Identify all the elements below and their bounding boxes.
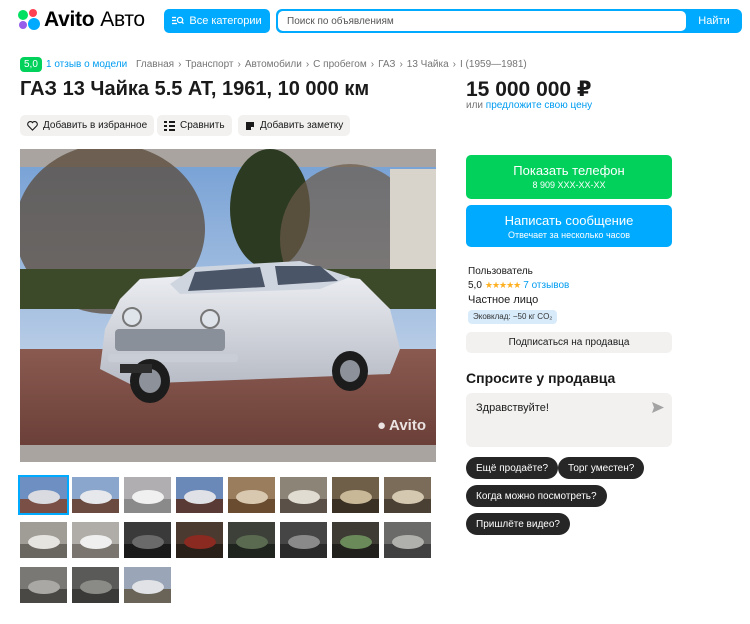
search-button[interactable]: Найти <box>686 9 742 33</box>
breadcrumb-item[interactable]: Транспорт <box>185 59 233 70</box>
breadcrumb-item[interactable]: Автомобили <box>245 59 302 70</box>
all-categories-label: Все категории <box>189 15 262 27</box>
message-input[interactable]: Здравствуйте! <box>466 393 672 447</box>
seller-rating-value: 5,0 <box>468 280 482 291</box>
avito-watermark: ● Avito <box>377 417 426 434</box>
breadcrumb-item[interactable]: Главная <box>136 59 174 70</box>
quick-question-chip[interactable]: Пришлёте видео? <box>466 513 570 535</box>
rating-stars-icon: ★★★★★ <box>484 280 521 290</box>
photo-thumbnail[interactable] <box>124 522 171 558</box>
write-message-label: Написать сообщение <box>504 213 634 228</box>
photo-thumbnail[interactable] <box>72 567 119 603</box>
quick-question-chip[interactable]: Когда можно посмотреть? <box>466 485 607 507</box>
search-input[interactable] <box>278 11 686 31</box>
breadcrumb-separator: › <box>399 59 403 70</box>
breadcrumb-item[interactable]: ГАЗ <box>378 59 395 70</box>
add-to-favorites-button[interactable]: Добавить в избранное <box>20 115 155 136</box>
photo-thumbnail[interactable] <box>228 522 275 558</box>
ask-seller-title: Спросите у продавца <box>466 370 616 386</box>
search-bar: Найти <box>276 9 742 33</box>
note-label: Добавить заметку <box>260 120 344 131</box>
breadcrumb-separator: › <box>178 59 182 70</box>
seller-type: Частное лицо <box>468 294 539 306</box>
photo-thumbnail[interactable] <box>20 522 67 558</box>
car-photo-image <box>20 149 436 462</box>
photo-thumbnail[interactable] <box>332 477 379 513</box>
main-photo[interactable]: ● Avito <box>20 149 436 462</box>
model-rating-badge: 5,0 <box>20 57 42 72</box>
compare-icon <box>164 120 175 131</box>
photo-thumbnail[interactable] <box>20 567 67 603</box>
breadcrumb-item[interactable]: I (1959—1981) <box>460 59 527 70</box>
listing-title: ГАЗ 13 Чайка 5.5 AT, 1961, 10 000 км <box>20 78 370 100</box>
photo-thumbnail[interactable] <box>72 522 119 558</box>
photo-thumbnail[interactable] <box>332 522 379 558</box>
seller-reviews-link[interactable]: 7 отзывов <box>523 280 569 291</box>
subscribe-seller-button[interactable]: Подписаться на продавца <box>466 332 672 353</box>
send-icon[interactable] <box>652 402 664 413</box>
photo-thumbnail[interactable] <box>176 477 223 513</box>
breadcrumb-separator: › <box>452 59 456 70</box>
photo-thumbnail[interactable] <box>280 477 327 513</box>
breadcrumb-separator: › <box>237 59 241 70</box>
all-categories-button[interactable]: Все категории <box>164 9 270 33</box>
watermark-text: Avito <box>389 417 426 434</box>
reply-time: Отвечает за несколько часов <box>507 230 631 240</box>
seller-rating: 5,0 ★★★★★ 7 отзывов <box>468 280 569 291</box>
photo-thumbnail[interactable] <box>280 522 327 558</box>
breadcrumb-item[interactable]: С пробегом <box>313 59 367 70</box>
message-text: Здравствуйте! <box>476 402 549 414</box>
header: AvitoАвто Все категории Найти <box>0 0 750 42</box>
favorite-label: Добавить в избранное <box>43 120 148 131</box>
photo-thumbnail[interactable] <box>124 567 171 603</box>
show-phone-label: Показать телефон <box>513 163 625 178</box>
quick-question-chip[interactable]: Торг уместен? <box>558 457 645 479</box>
show-phone-button[interactable]: Показать телефон 8 909 XXX-XX-XX <box>466 155 672 199</box>
photo-thumbnail[interactable] <box>384 522 431 558</box>
heart-icon <box>27 120 38 131</box>
note-icon <box>246 121 254 130</box>
model-reviews-link[interactable]: 1 отзыв о модели <box>46 59 127 70</box>
logo-text: Avito Авто <box>44 8 145 31</box>
breadcrumb-separator: › <box>370 59 375 70</box>
logo-dots-icon <box>18 9 40 31</box>
breadcrumb-item[interactable]: 13 Чайка <box>407 59 449 70</box>
eco-badge[interactable]: Эковклад: −50 кг CO₂ <box>468 310 558 324</box>
watermark-dots-icon: ● <box>376 417 387 434</box>
photo-thumbnail[interactable] <box>18 475 69 515</box>
price-or-text: или <box>466 100 484 111</box>
compare-label: Сравнить <box>180 120 225 131</box>
compare-button[interactable]: Сравнить <box>157 115 232 136</box>
search-list-icon <box>172 16 185 25</box>
listing-price: 15 000 000 ₽ <box>466 78 592 101</box>
breadcrumb-separator: › <box>305 59 310 70</box>
photo-thumbnail[interactable] <box>384 477 431 513</box>
breadcrumb: Главная › Транспорт › Автомобили › С пробегом ›… <box>136 59 527 70</box>
photo-thumbnail[interactable] <box>72 477 119 513</box>
phone-masked: 8 909 XXX-XX-XX <box>532 180 606 190</box>
price-offer: или предложите свою цену <box>466 100 592 111</box>
add-note-button[interactable]: Добавить заметку <box>238 115 351 136</box>
avito-logo[interactable]: Avito Авто <box>18 8 145 32</box>
photo-thumbnail[interactable] <box>228 477 275 513</box>
seller-role[interactable]: Пользователь <box>468 266 533 277</box>
quick-question-chip[interactable]: Ещё продаёте? <box>466 457 559 479</box>
offer-price-link[interactable]: предложите свою цену <box>486 100 592 111</box>
photo-thumbnail[interactable] <box>124 477 171 513</box>
write-message-button[interactable]: Написать сообщение Отвечает за несколько… <box>466 205 672 247</box>
photo-thumbnail[interactable] <box>176 522 223 558</box>
